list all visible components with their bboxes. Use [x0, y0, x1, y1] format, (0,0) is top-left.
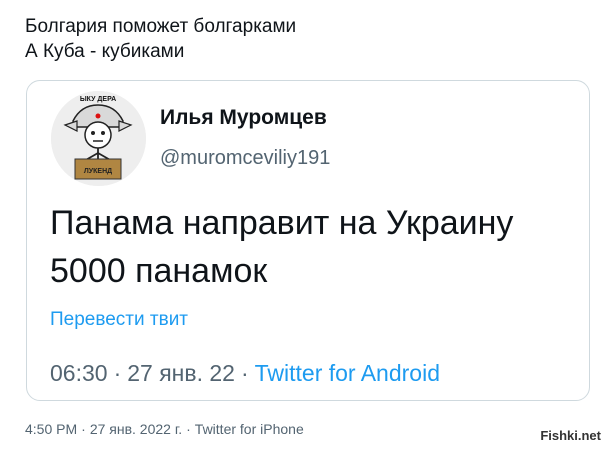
user-handle[interactable]: @muromceviliy191 [160, 147, 330, 170]
avatar-caption-bottom: ЛУКЕНД [84, 168, 112, 175]
quoted-tweet-date[interactable]: 27 янв. 22 [127, 360, 235, 386]
translate-tweet-link[interactable]: Перевести твит [50, 309, 188, 331]
quoted-tweet-line-2: 5000 панамок [50, 252, 268, 290]
avatar[interactable]: ЫКУ ДЕРА ЛУКЕНД [51, 91, 146, 186]
quoted-tweet-source-link[interactable]: Twitter for Android [255, 360, 440, 386]
meta-separator: · [113, 360, 122, 386]
outer-tweet-meta: 4:50 PM · 27 янв. 2022 г. · Twitter for iPho… [25, 421, 304, 437]
quoted-tweet-line-1: Панама направит на Украину [50, 204, 514, 242]
display-name[interactable]: Илья Муромцев [160, 106, 327, 130]
quoted-tweet-time[interactable]: 06:30 [50, 360, 108, 386]
outer-tweet-line-2: А Куба - кубиками [25, 41, 185, 62]
watermark: Fishki.net [540, 428, 601, 443]
outer-tweet-line-1: Болгария поможет болгарками [25, 16, 297, 37]
meta-separator: · [186, 421, 191, 437]
outer-tweet-time[interactable]: 4:50 PM [25, 421, 77, 437]
meta-separator: · [240, 360, 249, 386]
quoted-tweet-text: Панама направит на Украину 5000 панамок [50, 199, 580, 295]
outer-tweet-date[interactable]: 27 янв. 2022 г. [90, 421, 182, 437]
meta-separator: · [81, 421, 86, 437]
outer-tweet-text: Болгария поможет болгарками А Куба - куб… [25, 14, 296, 64]
quoted-tweet-meta: 06:30 · 27 янв. 22 · Twitter for Android [50, 360, 440, 387]
outer-tweet-source[interactable]: Twitter for iPhone [195, 421, 304, 437]
avatar-stickman-image: ЫКУ ДЕРА ЛУКЕНД [51, 91, 146, 186]
quoted-tweet-card[interactable]: ЫКУ ДЕРА ЛУКЕНД Илья Муромцев @muromcevi… [26, 80, 590, 401]
avatar-caption-top: ЫКУ ДЕРА [80, 96, 116, 103]
